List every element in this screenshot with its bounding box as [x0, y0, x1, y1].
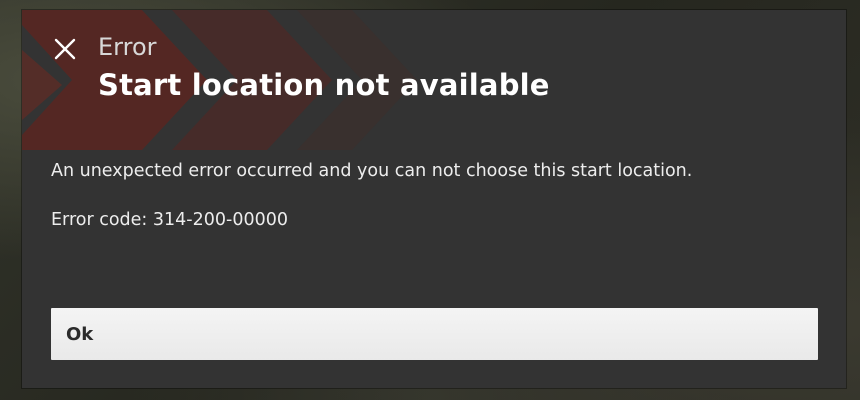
- close-icon: [54, 38, 76, 60]
- ok-button[interactable]: Ok: [51, 308, 818, 360]
- dialog-title: Start location not available: [98, 68, 550, 102]
- close-button[interactable]: [52, 36, 78, 62]
- error-code: Error code: 314-200-00000: [51, 210, 288, 230]
- dialog-kicker: Error: [98, 33, 157, 61]
- error-message: An unexpected error occurred and you can…: [51, 161, 693, 181]
- error-dialog: Error Start location not available An un…: [22, 10, 846, 388]
